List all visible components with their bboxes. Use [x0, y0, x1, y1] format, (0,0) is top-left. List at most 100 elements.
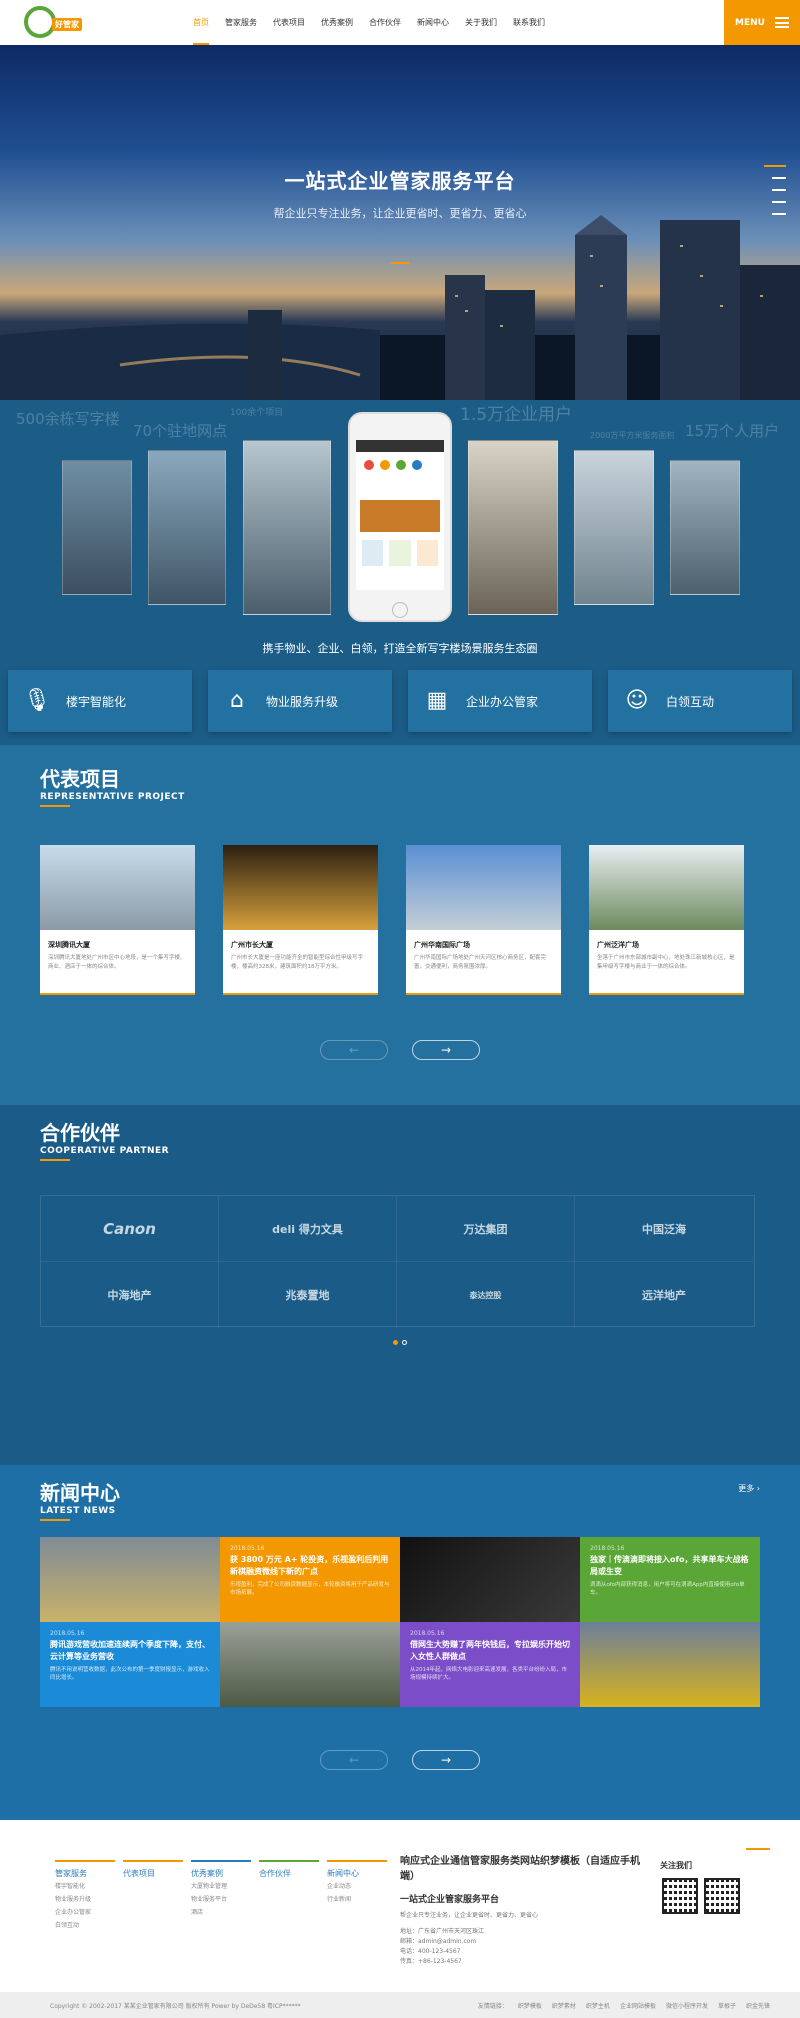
project-image — [406, 845, 561, 930]
nav-projects[interactable]: 代表项目 — [265, 0, 313, 45]
footer-email: 邮箱：admin@admin.com — [400, 1938, 477, 1945]
slide-nav[interactable] — [764, 165, 786, 215]
phone-app-mockup — [348, 412, 452, 622]
projects-prev-button[interactable]: ← — [320, 1040, 388, 1060]
qr-code-icon — [704, 1878, 740, 1914]
partner-logo[interactable]: 万达集团 — [397, 1196, 575, 1262]
stat-enterprises: 1.5万企业用户 — [460, 405, 573, 425]
footer-fax: 传真：+86-123-4567 — [400, 1958, 462, 1965]
site-footer: 管家服务 楼宇智能化 物业服务升级 企业办公管家 白领互动 代表项目 优秀案例 … — [0, 1820, 800, 1992]
nav-about[interactable]: 关于我们 — [457, 0, 505, 45]
footer-slogan: 帮企业只专注业务，让企业更省时、更省力、更省心 — [400, 1912, 539, 1919]
feature-white-collar[interactable]: ☺ 白领互动 — [608, 670, 792, 732]
news-more-link[interactable]: 更多 › — [738, 1483, 760, 1494]
hero-banner: 一站式企业管家服务平台 帮企业只专注业务，让企业更省时、更省力、更省心 — [0, 45, 800, 400]
project-card[interactable]: 广州泛洋广场 坐落于广州市东部城市副中心，地处珠江新城核心区，是集甲级写字楼与商… — [589, 845, 744, 995]
grid-icon: ▦ — [426, 688, 448, 713]
copyright-bar: Copyright © 2002-2017 某某企业管家有限公司 版权所有 Po… — [0, 1992, 800, 2018]
qr-code-icon — [662, 1878, 698, 1914]
photo-reception — [243, 440, 331, 615]
main-nav: 首页 管家服务 代表项目 优秀案例 合作伙伴 新闻中心 关于我们 联系我们 — [185, 0, 553, 45]
home-button-icon — [392, 602, 408, 618]
people-icon: ☺ — [625, 688, 649, 713]
ecosystem-caption: 携手物业、企业、白领，打造全新写字楼场景服务生态圈 — [262, 642, 538, 655]
project-image — [589, 845, 744, 930]
footer-col-partners: 合作伙伴 — [259, 1860, 319, 1879]
footer-platform: 一站式企业管家服务平台 — [400, 1895, 500, 1905]
photo-elevator — [62, 460, 132, 595]
news-prev-button[interactable]: ← — [320, 1750, 388, 1770]
nav-news[interactable]: 新闻中心 — [409, 0, 457, 45]
feature-building-smart[interactable]: 🎙 楼宇智能化 — [8, 670, 192, 732]
project-image — [40, 845, 195, 930]
photo-corridor — [670, 460, 740, 595]
feature-office-butler[interactable]: ▦ 企业办公管家 — [408, 670, 592, 732]
hero-subtitle: 帮企业只专注业务，让企业更省时、更省力、更省心 — [273, 207, 527, 220]
news-item[interactable]: 2018.05.16 借网生大势赚了两年快钱后，专拉娱乐开始切入女性人群做点 从… — [400, 1622, 580, 1707]
photo-courier — [148, 450, 226, 605]
microphone-icon: 🎙 — [23, 688, 51, 713]
app-screen — [356, 440, 444, 590]
hamburger-icon — [774, 17, 789, 28]
partners-section: 合作伙伴 COOPERATIVE PARTNER Canon deli 得力文具… — [0, 1105, 800, 1465]
footer-col-news: 新闻中心 企业动态 行业新闻 — [327, 1860, 387, 1905]
city-skyline-image — [0, 215, 800, 400]
footer-col-services: 管家服务 楼宇智能化 物业服务升级 企业办公管家 白领互动 — [55, 1860, 115, 1931]
nav-services[interactable]: 管家服务 — [217, 0, 265, 45]
photo-lobby — [574, 450, 654, 605]
ecosystem-section: 500余栋写字楼 70个驻地网点 100余个项目 1.5万企业用户 2000万平… — [0, 400, 800, 745]
nav-cases[interactable]: 优秀案例 — [313, 0, 361, 45]
partner-logo[interactable]: 泰达控股 — [397, 1262, 575, 1328]
news-item[interactable]: 2018.05.16 获 3800 万元 A+ 轮投资，乐视盈利后判用新棋融资微… — [220, 1537, 400, 1622]
footer-col-projects: 代表项目 — [123, 1860, 183, 1879]
news-section: 新闻中心 LATEST NEWS 更多 › 2018.05.16 获 3800 … — [0, 1465, 800, 1820]
news-next-button[interactable]: → — [412, 1750, 480, 1770]
stat-area: 2000万平方米服务面积 — [590, 431, 675, 440]
menu-button[interactable]: MENU — [724, 0, 800, 45]
partners-title: 合作伙伴 — [40, 1121, 120, 1145]
nav-home[interactable]: 首页 — [185, 0, 217, 45]
feature-property-upgrade[interactable]: ⌂ 物业服务升级 — [208, 670, 392, 732]
stat-offices: 70个驻地网点 — [133, 422, 228, 440]
nav-partners[interactable]: 合作伙伴 — [361, 0, 409, 45]
news-image-bikes[interactable] — [580, 1622, 760, 1707]
menu-label: MENU — [735, 17, 765, 28]
projects-next-button[interactable]: → — [412, 1040, 480, 1060]
follow-us-label: 关注我们 — [660, 1861, 692, 1870]
footer-site-title: 响应式企业通信管家服务类网站织梦模板（自适应手机端） — [400, 1856, 640, 1882]
footer-phone: 电话：400-123-4567 — [400, 1948, 461, 1955]
project-image — [223, 845, 378, 930]
copyright-text: Copyright © 2002-2017 某某企业管家有限公司 版权所有 Po… — [50, 2003, 301, 2010]
partner-logo[interactable]: 兆泰置地 — [219, 1262, 397, 1328]
news-item[interactable]: 2018.05.16 独家｜传滴滴即将接入ofo，共享单车大战格局或生变 滴滴从… — [580, 1537, 760, 1622]
news-image-device[interactable] — [400, 1537, 580, 1622]
hero-title: 一站式企业管家服务平台 — [284, 169, 516, 193]
stat-buildings: 500余栋写字楼 — [16, 410, 120, 428]
stat-users: 15万个人用户 — [685, 422, 780, 440]
project-card[interactable]: 广州华南国际广场 广州华南国际广场地处广州天河区核心商务区，配套完善，交通便利，… — [406, 845, 561, 995]
project-card[interactable]: 广州市长大厦 广州市长大厦是一座功能齐全的智能型综合性甲级写字楼，楼高约328米… — [223, 845, 378, 995]
footer-col-cases: 优秀案例 大厦物业管理 物业服务平台 酒店 — [191, 1860, 251, 1918]
partners-subtitle: COOPERATIVE PARTNER — [40, 1146, 170, 1156]
partner-grid: Canon deli 得力文具 万达集团 中国泛海 中海地产 兆泰置地 泰达控股… — [40, 1195, 755, 1328]
news-title: 新闻中心 — [40, 1481, 120, 1505]
project-card[interactable]: 深圳腾讯大厦 深圳腾讯大厦地处广州市区中心地段，是一个集写字楼、商业、酒店于一体… — [40, 845, 195, 995]
partner-logo[interactable]: 中国泛海 — [575, 1196, 753, 1262]
news-image-koala[interactable] — [220, 1622, 400, 1707]
friend-links: 友情链接： 织梦模板 织梦素材 织梦主机 企业网站模板 微信小程序开发 草根子 … — [477, 2003, 770, 2010]
top-header: 好管家 首页 管家服务 代表项目 优秀案例 合作伙伴 新闻中心 关于我们 联系我… — [0, 0, 800, 45]
partner-pagination[interactable] — [393, 1340, 407, 1345]
projects-title: 代表项目 — [40, 767, 120, 791]
partner-logo[interactable]: 中海地产 — [41, 1262, 219, 1328]
partner-logo[interactable]: deli 得力文具 — [219, 1196, 397, 1262]
slide-indicator[interactable] — [391, 262, 409, 264]
nav-contact[interactable]: 联系我们 — [505, 0, 553, 45]
news-item[interactable]: 2018.05.16 腾讯游戏营收加速连续两个季度下降，支付、云计算等业务营收 … — [40, 1622, 220, 1707]
house-icon: ⌂ — [230, 688, 244, 713]
photo-service-desk — [468, 440, 558, 615]
projects-subtitle: REPRESENTATIVE PROJECT — [40, 792, 185, 802]
partner-logo[interactable]: Canon — [41, 1196, 219, 1262]
news-image-figures[interactable] — [40, 1537, 220, 1622]
site-logo[interactable]: 好管家 — [24, 6, 82, 40]
partner-logo[interactable]: 远洋地产 — [575, 1262, 753, 1328]
